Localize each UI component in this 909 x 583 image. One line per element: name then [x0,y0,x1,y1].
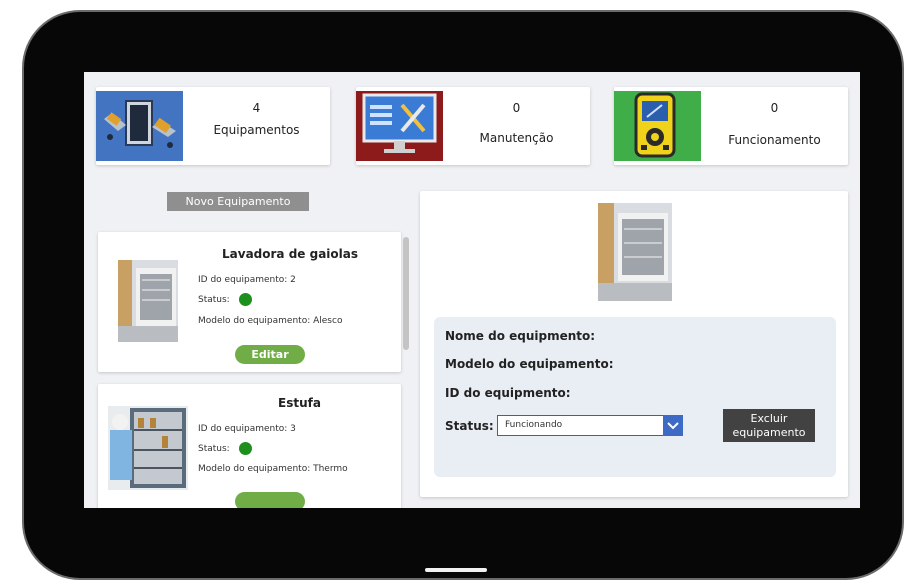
stat-number: 0 [770,101,779,115]
stat-card-equipamentos: 4 Equipamentos [96,87,330,165]
model-value: Alesco [313,316,343,326]
delete-label-line2: equipamento [732,426,806,439]
id-label: ID do equipamento: [198,275,288,285]
model-label: Modelo do equipamento: [198,316,311,326]
detail-status-label: Status: [445,419,494,433]
equipment-model: Modelo do equipamento: Thermo [198,464,348,474]
detail-photo [598,203,672,301]
device-meter-icon [614,91,701,161]
model-label: Modelo do equipamento: [198,464,311,474]
conveyor-icon [96,91,183,161]
status-select-value: Funcionando [505,420,563,430]
status-indicator [239,293,252,306]
model-value: Thermo [313,464,348,474]
status-label: Status: [198,444,230,454]
id-value: 3 [290,424,296,434]
equipment-name: Estufa [278,396,321,410]
equipment-photo [108,406,188,490]
chevron-down-icon[interactable] [663,415,683,436]
equipment-card-2[interactable]: Estufa ID do equipamento: 3 Status: Mode… [98,384,401,508]
list-scrollbar[interactable] [403,237,409,350]
equipment-name: Lavadora de gaiolas [222,247,358,261]
status-indicator [239,442,252,455]
equipment-card-1[interactable]: Lavadora de gaiolas ID do equipamento: 2… [98,232,401,372]
delete-label-line1: Excluir [750,412,788,425]
detail-id-label: ID do equipmento: [445,386,571,400]
home-indicator[interactable] [425,568,487,572]
edit-button[interactable] [235,492,305,508]
id-label: ID do equipamento: [198,424,288,434]
stat-card-manutencao: 0 Manutenção [356,87,590,165]
stat-label: Manutenção [479,131,554,145]
stat-label: Equipamentos [213,123,300,137]
equipment-photo [118,260,178,342]
status-label: Status: [198,295,230,305]
stat-card-funcionamento: 0 Funcionamento [614,87,848,165]
detail-model-label: Modelo do equipamento: [445,357,614,371]
edit-button[interactable]: Editar [235,345,305,364]
stat-number: 4 [252,101,261,115]
equipment-id: ID do equipamento: 2 [198,275,296,285]
new-equipment-button[interactable]: Novo Equipamento [167,192,309,211]
equipment-model: Modelo do equipamento: Alesco [198,316,342,326]
status-select[interactable]: Funcionando [497,415,683,436]
monitor-tools-icon [356,91,443,161]
detail-form: Nome do equipmento: Modelo do equipament… [434,317,836,477]
equipment-id: ID do equipamento: 3 [198,424,296,434]
stat-label: Funcionamento [728,133,821,147]
delete-equipment-button[interactable]: Excluir equipamento [723,409,815,442]
equipment-detail-panel: Nome do equipmento: Modelo do equipament… [420,191,848,497]
stat-number: 0 [512,101,521,115]
detail-name-label: Nome do equipmento: [445,329,596,343]
id-value: 2 [290,275,296,285]
app-screen: 4 Equipamentos 0 Manutenção 0 Funcioname… [84,72,860,508]
